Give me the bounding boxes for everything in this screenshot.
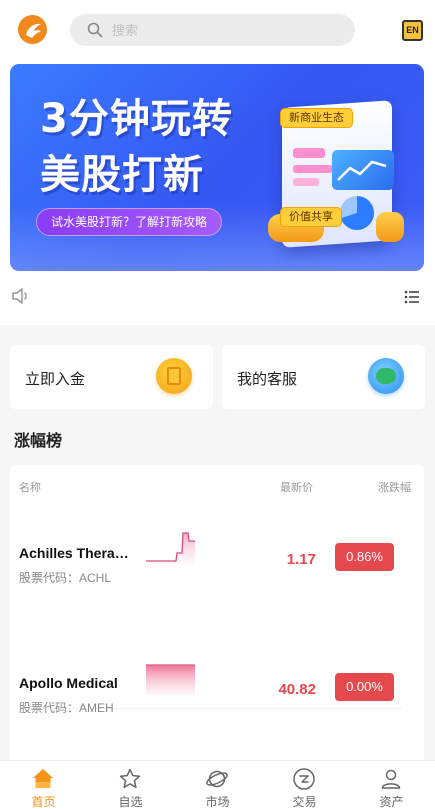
stock-change-badge: 0.86% bbox=[335, 543, 394, 571]
stock-name: Apollo Medical bbox=[19, 675, 118, 691]
customer-service-icon bbox=[368, 358, 404, 394]
search-bar[interactable] bbox=[70, 14, 355, 46]
sparkline-chart bbox=[146, 532, 195, 565]
planet-icon bbox=[206, 770, 228, 788]
tab-assets[interactable]: 资产 bbox=[348, 761, 435, 809]
search-icon bbox=[87, 22, 103, 38]
rankings-list: 名称 最新价 涨跌幅 Achilles Therapeutics 股票代码：AC… bbox=[10, 465, 424, 765]
banner-bar-decoration bbox=[293, 178, 319, 186]
tab-label: 交易 bbox=[292, 795, 317, 809]
logo-icon[interactable] bbox=[18, 15, 47, 44]
tab-label: 市场 bbox=[205, 795, 230, 809]
banner-bar-decoration bbox=[293, 148, 325, 158]
stock-row[interactable]: Apollo Medical 股票代码：AMEH 40.82 0.00% bbox=[10, 664, 424, 765]
user-icon bbox=[381, 769, 401, 789]
banner-bar-decoration bbox=[293, 165, 333, 173]
banner-title-line2: 美股打新 bbox=[40, 152, 204, 198]
tab-label: 资产 bbox=[379, 795, 404, 809]
banner-subtitle: 试水美股打新？了解打新攻略 bbox=[36, 208, 223, 236]
bottom-tab-bar: 首页 自选 市场 交易 资产 bbox=[0, 760, 435, 809]
tab-watchlist[interactable]: 自选 bbox=[87, 761, 174, 809]
banner-title-line1: 3分钟玩转 bbox=[40, 96, 233, 142]
tab-label: 首页 bbox=[31, 795, 56, 809]
deposit-label: 立即入金 bbox=[25, 371, 86, 388]
customer-service-button[interactable]: 我的客服 bbox=[222, 345, 425, 409]
stock-name: Achilles Therapeutics bbox=[19, 545, 131, 561]
tab-market[interactable]: 市场 bbox=[174, 761, 261, 809]
list-menu-icon[interactable] bbox=[404, 289, 420, 305]
banner-chart-illustration bbox=[332, 150, 394, 190]
banner-coins-illustration bbox=[376, 212, 404, 242]
banner-tag: 新商业生态 bbox=[280, 108, 353, 128]
promo-banner[interactable]: 3分钟玩转 美股打新 试水美股打新？了解打新攻略 新商业生态 价值共享 bbox=[10, 64, 424, 271]
stock-code: 股票代码：ACHL bbox=[19, 571, 112, 585]
column-header-change[interactable]: 涨跌幅 bbox=[378, 479, 411, 495]
customer-service-label: 我的客服 bbox=[237, 371, 298, 388]
tab-label: 自选 bbox=[118, 795, 143, 809]
column-header-name: 名称 bbox=[19, 482, 41, 494]
search-input[interactable] bbox=[112, 20, 337, 40]
banner-section: 3分钟玩转 美股打新 试水美股打新？了解打新攻略 新商业生态 价值共享 bbox=[0, 60, 435, 325]
language-toggle-button[interactable]: EN bbox=[402, 20, 423, 41]
stock-price: 40.82 bbox=[278, 681, 316, 698]
gold-deposit-icon bbox=[156, 358, 192, 394]
sparkline-chart bbox=[146, 664, 195, 695]
stock-price: 1.17 bbox=[286, 551, 316, 568]
banner-pie-illustration bbox=[340, 196, 374, 230]
notice-bar bbox=[0, 285, 435, 325]
home-icon bbox=[33, 769, 53, 788]
star-icon bbox=[119, 768, 141, 789]
app-header: EN bbox=[0, 0, 435, 60]
trade-icon bbox=[293, 768, 315, 790]
stock-change-badge: 0.00% bbox=[335, 673, 394, 701]
tab-home[interactable]: 首页 bbox=[0, 761, 87, 809]
rankings-title: 涨幅榜 bbox=[14, 433, 63, 450]
stock-code: 股票代码：AMEH bbox=[19, 701, 114, 715]
tab-trade[interactable]: 交易 bbox=[261, 761, 348, 809]
banner-tag: 价值共享 bbox=[280, 207, 342, 227]
speaker-icon[interactable] bbox=[10, 285, 32, 307]
deposit-button[interactable]: 立即入金 bbox=[10, 345, 213, 409]
column-header-price[interactable]: 最新价 bbox=[280, 479, 313, 495]
